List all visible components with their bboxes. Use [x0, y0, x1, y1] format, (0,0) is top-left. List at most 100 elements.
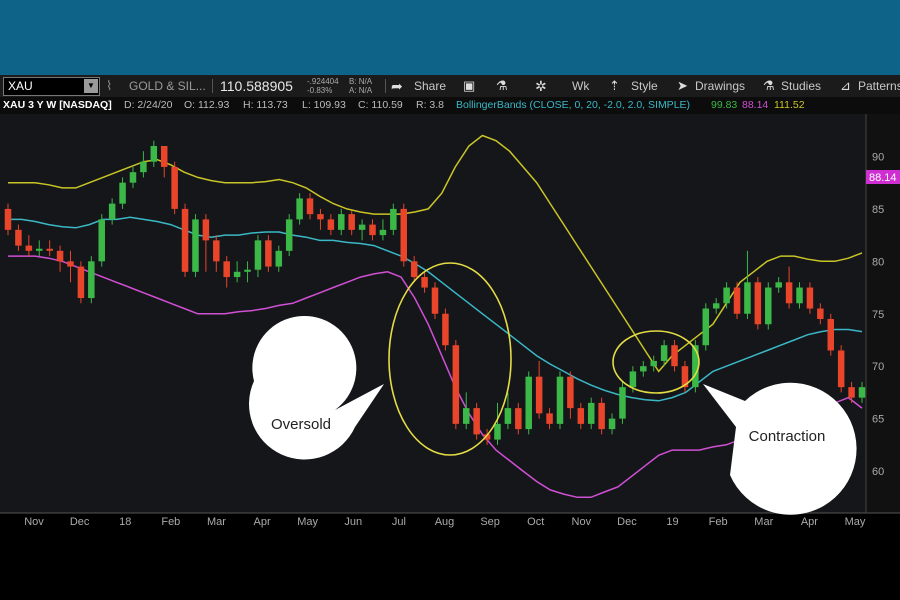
y-tick-label: 90: [872, 151, 884, 163]
info-open: O: 112.93: [184, 99, 230, 111]
candle-body: [348, 214, 355, 230]
study-label: BollingerBands (CLOSE, 0, 20, -2.0, 2.0,…: [456, 99, 691, 111]
upper-band-value: 111.52: [774, 99, 805, 111]
patterns-button[interactable]: Patterns: [858, 75, 900, 97]
candle-body: [119, 182, 126, 204]
candle-body: [171, 166, 178, 209]
chevron-down-icon[interactable]: ▼: [84, 79, 98, 93]
candle-body: [556, 376, 564, 424]
candle-body: [338, 214, 345, 230]
candle-body: [775, 282, 782, 288]
candle-body: [4, 208, 12, 230]
symbol-selector[interactable]: XAU ▼: [3, 77, 100, 96]
studies-icon[interactable]: ⚗: [763, 75, 775, 97]
candle-body: [285, 219, 293, 251]
candle-body: [98, 219, 105, 262]
style-button[interactable]: Style: [631, 75, 658, 97]
candle-body: [650, 360, 657, 367]
flask-icon[interactable]: ⚗: [496, 75, 508, 97]
candle-body: [390, 208, 397, 230]
x-tick-label: Jun: [344, 516, 362, 528]
contraction-label: Contraction: [749, 428, 826, 445]
candle-body: [848, 387, 855, 398]
candle-body: [723, 287, 730, 304]
candle-body: [317, 214, 324, 220]
candle-body: [88, 261, 95, 299]
candle-body: [504, 408, 512, 424]
candle-body: [129, 172, 137, 183]
chart-toolbar: XAU ▼ ⌇ GOLD & SIL... 110.588905 -.92440…: [0, 75, 900, 98]
cursor-icon[interactable]: ➤: [677, 75, 688, 97]
x-tick-label: Dec: [70, 516, 90, 528]
x-tick-label: Jul: [392, 516, 406, 528]
x-tick-label: Sep: [480, 516, 500, 528]
candle-body: [181, 208, 189, 272]
candle-body: [640, 366, 647, 372]
studies-button[interactable]: Studies: [781, 75, 821, 97]
candle-body: [827, 319, 835, 351]
candle-body: [379, 229, 387, 236]
x-tick-label: Apr: [801, 516, 818, 528]
candle-body: [608, 418, 616, 430]
candle-body: [629, 371, 637, 388]
candle-body: [796, 287, 803, 304]
interval-button[interactable]: Wk: [572, 75, 589, 97]
candle-body: [567, 376, 574, 409]
candle-body: [35, 248, 43, 251]
candle-body: [223, 261, 230, 278]
symbol-description: GOLD & SIL...: [129, 79, 206, 93]
candle-body: [494, 423, 501, 440]
share-button[interactable]: Share: [414, 75, 446, 97]
patterns-icon[interactable]: ⊿: [840, 75, 851, 97]
x-tick-label: Feb: [161, 516, 180, 528]
candle-body: [712, 303, 720, 309]
x-tick-label: May: [845, 516, 866, 528]
candle-body: [525, 376, 532, 430]
candle-body: [67, 261, 74, 267]
style-icon[interactable]: ⇡: [609, 75, 620, 97]
x-tick-label: 18: [119, 516, 131, 528]
candle-body: [306, 198, 314, 215]
candle-body: [202, 219, 210, 241]
candle-body: [473, 408, 480, 435]
candle-body: [192, 219, 199, 272]
candle-body: [817, 308, 824, 319]
price-chart[interactable]: 60 65 70 75 80 85 90 Nov Dec 18 Feb Mar Apr May Jun Ju…: [0, 97, 900, 600]
candle-body: [400, 208, 408, 262]
link-icon[interactable]: ⌇: [106, 75, 112, 97]
candle-body: [858, 387, 866, 398]
candle-body: [546, 413, 553, 424]
candle-body: [671, 345, 678, 367]
x-tick-label: Nov: [24, 516, 44, 528]
candle-body: [733, 287, 741, 314]
candle-body: [598, 402, 605, 430]
candle-body: [213, 240, 220, 262]
x-tick-label: Dec: [617, 516, 637, 528]
candle-body: [244, 269, 251, 272]
candle-body: [77, 266, 85, 299]
candle-body: [410, 261, 418, 278]
drawings-button[interactable]: Drawings: [695, 75, 745, 97]
info-close: C: 110.59: [358, 99, 403, 111]
candle-body: [837, 350, 845, 388]
symbol-input[interactable]: XAU: [8, 78, 33, 95]
candle-body: [56, 250, 64, 262]
candle-body: [754, 282, 762, 325]
info-range: R: 3.8: [416, 99, 445, 111]
candle-body: [265, 240, 272, 267]
chart-title: XAU 3 Y W [NASDAQ]: [3, 99, 112, 111]
y-tick-label: 85: [872, 204, 884, 216]
candle-body: [452, 345, 460, 424]
info-low: L: 109.93: [302, 99, 346, 111]
gear-icon[interactable]: ✲: [535, 75, 547, 97]
candle-body: [702, 308, 710, 346]
candle-body: [462, 408, 470, 424]
share-icon[interactable]: ➦: [391, 75, 403, 97]
candle-body: [108, 203, 116, 220]
x-tick-label: Aug: [435, 516, 455, 528]
candle-body: [660, 345, 668, 361]
y-tick-label: 65: [872, 414, 884, 426]
candle-body: [369, 224, 376, 236]
image-icon[interactable]: ▣: [463, 75, 475, 97]
price-tag-label: 88.14: [869, 172, 897, 184]
